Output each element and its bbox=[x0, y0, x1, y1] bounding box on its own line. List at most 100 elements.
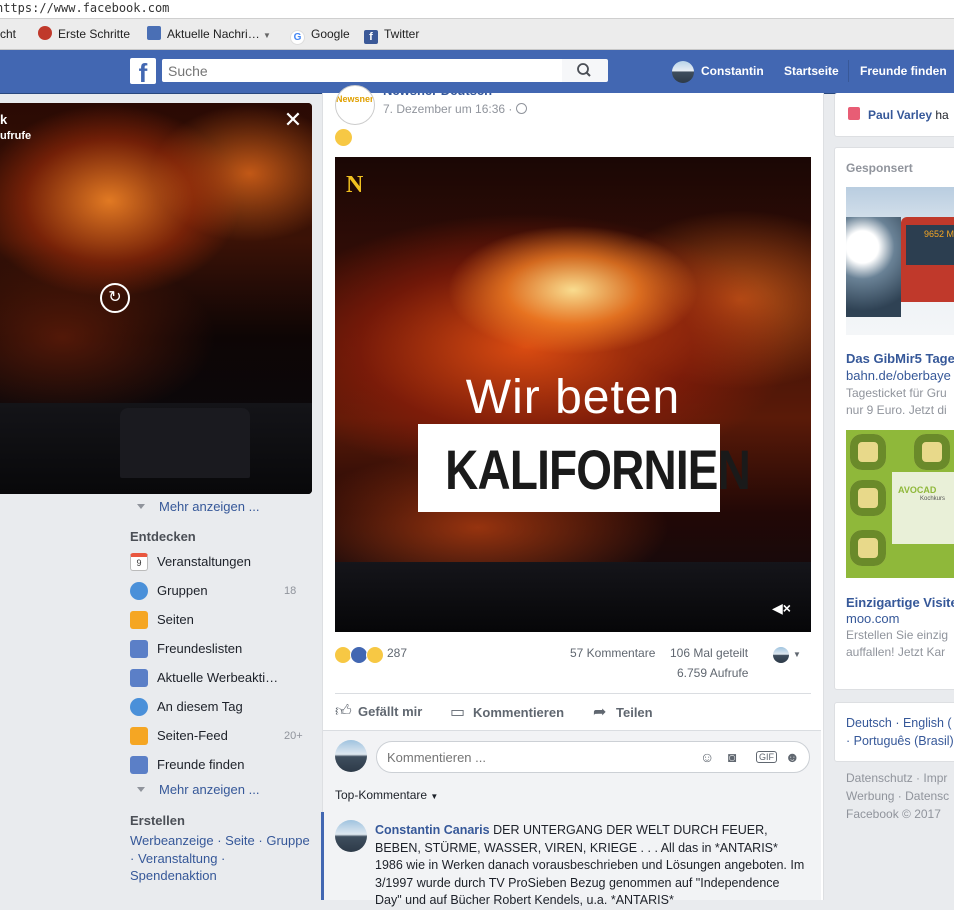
replay-icon[interactable]: ↻ bbox=[100, 283, 130, 313]
chevron-down-icon: ▼ bbox=[263, 31, 271, 40]
friend-activity[interactable]: Paul Varley ha bbox=[868, 108, 949, 122]
emoji-icon[interactable]: ☺ bbox=[700, 749, 714, 765]
comments-count[interactable]: 57 Kommentare bbox=[570, 646, 655, 660]
chevron-down-icon bbox=[137, 504, 145, 509]
profile-link[interactable]: Constantin bbox=[701, 64, 764, 78]
video-caption-line2: KALIFORNIEN bbox=[445, 438, 751, 501]
video-road bbox=[335, 562, 811, 632]
language-links-2[interactable]: · Português (Brasil) bbox=[846, 734, 954, 748]
chevron-down-icon[interactable]: ▼ bbox=[793, 650, 801, 659]
find-friends-icon bbox=[130, 756, 148, 774]
ad-image-avocado[interactable]: AVOCAD Kochkurs bbox=[846, 430, 954, 578]
camera-icon[interactable]: ◙ bbox=[728, 749, 736, 765]
firefox-icon bbox=[38, 26, 52, 40]
views-count: 6.759 Aufrufe bbox=[677, 666, 749, 680]
ad2-title[interactable]: Einzigartige Visite bbox=[846, 595, 954, 610]
ad-image-bus[interactable]: 9652 Mü bbox=[846, 187, 954, 335]
reaction-count[interactable]: 287 bbox=[387, 646, 407, 660]
facebook-icon: f bbox=[364, 30, 378, 44]
friends-list-icon bbox=[130, 640, 148, 658]
footer-links-2[interactable]: Werbung · Datensc bbox=[846, 789, 949, 803]
page-avatar[interactable]: Newsner bbox=[335, 85, 375, 125]
sponsored-heading: Gesponsert bbox=[846, 161, 913, 175]
comment-button[interactable]: ▭ Kommentieren bbox=[450, 702, 564, 722]
ad1-text-2: nur 9 Euro. Jetzt di bbox=[846, 403, 947, 417]
avatar[interactable] bbox=[672, 61, 694, 83]
create-fundraiser-link[interactable]: Spendenaktion bbox=[130, 868, 217, 883]
gift-icon bbox=[848, 107, 860, 120]
calendar-icon: 9 bbox=[130, 553, 148, 571]
bookmark-aktuelle-nachrichten[interactable]: Aktuelle Nachri… ▼ bbox=[147, 26, 271, 44]
bookmark-item[interactable]: cht bbox=[0, 26, 16, 42]
nav-home[interactable]: Startseite bbox=[784, 64, 839, 78]
newsner-logo: N bbox=[346, 172, 364, 198]
rss-icon bbox=[147, 26, 161, 40]
facebook-logo[interactable]: f bbox=[130, 58, 156, 84]
chevron-down-icon bbox=[137, 787, 145, 792]
share-button[interactable]: ➦ Teilen bbox=[593, 702, 653, 722]
comment-icon: ▭ bbox=[450, 704, 466, 721]
create-links[interactable]: Werbeanzeige · Seite · Gruppe bbox=[130, 833, 310, 848]
close-icon[interactable]: ✕ bbox=[283, 109, 303, 131]
bookmark-twitter[interactable]: f Twitter bbox=[364, 26, 419, 44]
flag-icon bbox=[130, 611, 148, 629]
more-link[interactable]: Mehr anzeigen ... bbox=[137, 499, 259, 514]
create-event-link[interactable]: · Veranstaltung · bbox=[130, 851, 225, 866]
avatar[interactable] bbox=[335, 740, 367, 772]
thumbs-up-icon: 👍︎ bbox=[335, 703, 352, 720]
avatar[interactable] bbox=[773, 647, 789, 663]
search-icon bbox=[577, 63, 591, 77]
share-icon: ➦ bbox=[593, 704, 607, 721]
copyright: Facebook © 2017 bbox=[846, 807, 941, 821]
post-date[interactable]: 7. Dezember um 16:36 · bbox=[383, 102, 527, 116]
avatar[interactable] bbox=[335, 820, 367, 852]
comment-input[interactable] bbox=[376, 741, 810, 773]
search-button[interactable] bbox=[562, 59, 608, 82]
comment-author[interactable]: Constantin Canaris bbox=[375, 823, 490, 837]
address-bar[interactable]: https://www.facebook.com bbox=[0, 0, 954, 19]
pages-feed-icon bbox=[130, 727, 148, 745]
like-button[interactable]: 👍︎ Gefällt mir bbox=[335, 702, 422, 721]
groups-count: 18 bbox=[284, 585, 297, 597]
video-caption-line1: Wir beten bbox=[465, 371, 681, 424]
bookmark-google[interactable]: G Google bbox=[290, 26, 350, 45]
nav-divider bbox=[848, 60, 849, 82]
pages-feed-count: 20+ bbox=[284, 730, 303, 742]
comment-highlight-bar bbox=[321, 812, 324, 900]
sad-emoji-icon bbox=[335, 129, 352, 146]
chevron-down-icon: ▼ bbox=[430, 792, 439, 801]
create-heading: Erstellen bbox=[130, 813, 185, 828]
ad2-domain[interactable]: moo.com bbox=[846, 611, 899, 626]
comment-body: Constantin Canaris DER UNTERGANG DER WEL… bbox=[375, 822, 805, 910]
ads-icon bbox=[130, 669, 148, 687]
ad1-title[interactable]: Das GibMir5 Tage bbox=[846, 351, 954, 366]
nav-find-friends[interactable]: Freunde finden bbox=[860, 64, 947, 78]
bookmark-erste-schritte[interactable]: Erste Schritte bbox=[38, 26, 130, 42]
groups-icon bbox=[130, 582, 148, 600]
search-input[interactable] bbox=[162, 59, 562, 82]
language-links[interactable]: Deutsch · English ( bbox=[846, 716, 952, 730]
mute-icon[interactable]: ◀× bbox=[772, 600, 791, 617]
ad1-text: Tagesticket für Gru bbox=[846, 386, 947, 400]
video-popup[interactable] bbox=[0, 103, 312, 494]
language-box bbox=[834, 702, 954, 762]
url-text[interactable]: https://www.facebook.com bbox=[0, 0, 169, 16]
ad2-text-2: auffallen! Jetzt Kar bbox=[846, 645, 946, 659]
divider bbox=[335, 693, 811, 694]
sticker-icon[interactable]: ☻ bbox=[785, 749, 800, 765]
wow-reaction-icon bbox=[366, 646, 384, 664]
footer-links[interactable]: Datenschutz · Impr bbox=[846, 771, 947, 785]
shares-count[interactable]: 106 Mal geteilt bbox=[670, 646, 748, 660]
video-popup-subtitle: ufrufe bbox=[0, 130, 32, 142]
clock-icon bbox=[130, 698, 148, 716]
gif-icon[interactable]: GIF bbox=[756, 751, 777, 763]
google-icon: G bbox=[290, 30, 305, 45]
ad1-domain[interactable]: bahn.de/oberbaye bbox=[846, 368, 951, 383]
top-comments-dropdown[interactable]: Top-Kommentare ▼ bbox=[335, 788, 438, 802]
more-link-2[interactable]: Mehr anzeigen ... bbox=[137, 782, 259, 797]
video-car bbox=[120, 408, 250, 478]
discover-heading: Entdecken bbox=[130, 529, 196, 544]
video-popup-title: k bbox=[0, 112, 8, 127]
bookmarks-bar: cht Erste Schritte Aktuelle Nachri… ▼ GG… bbox=[0, 19, 954, 50]
ad2-text: Erstellen Sie einzig bbox=[846, 628, 949, 642]
